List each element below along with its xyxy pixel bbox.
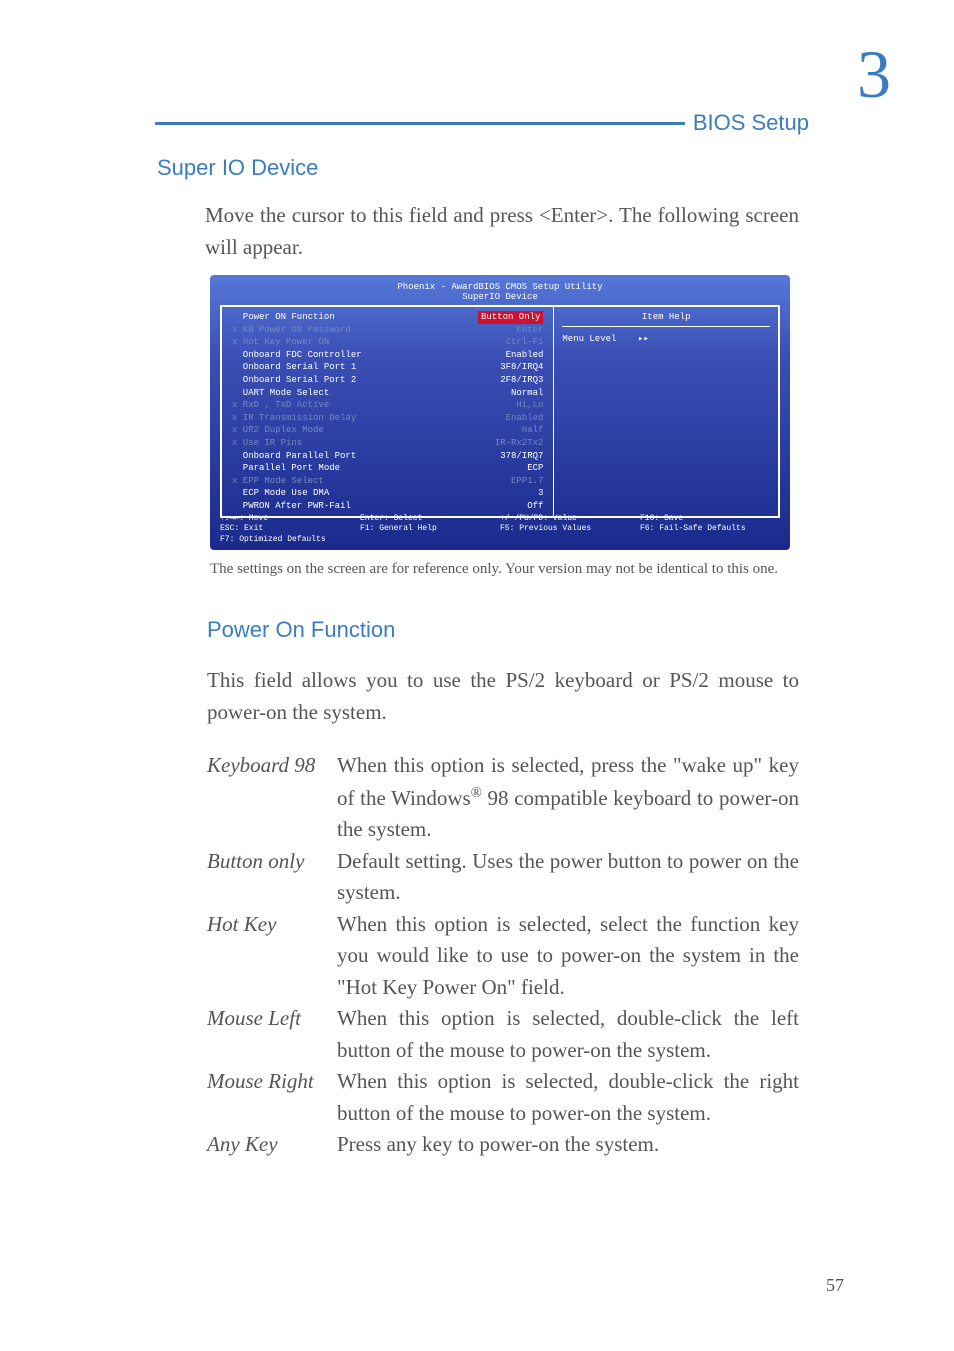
bios-setting-value: Hi,Lo: [516, 399, 543, 412]
bios-setting-label: Power ON Function: [232, 311, 335, 324]
bios-setting-label: Onboard FDC Controller: [232, 349, 362, 362]
bios-setting-row: x Hot Key Power ON Ctrl-F1: [232, 336, 543, 349]
section-super-io-title: Super IO Device: [157, 155, 318, 181]
bios-settings-pane: Power ON FunctionButton Onlyx KB Power O…: [222, 307, 553, 516]
bios-inner-frame: Power ON FunctionButton Onlyx KB Power O…: [220, 305, 780, 518]
bios-setting-label: x EPP Mode Select: [232, 475, 324, 488]
bios-setting-row: Onboard Serial Port 1 3F8/IRQ4: [232, 361, 543, 374]
bios-screenshot: Phoenix - AwardBIOS CMOS Setup Utility S…: [210, 275, 790, 550]
bios-setting-row: Parallel Port Mode ECP: [232, 462, 543, 475]
option-desc: Press any key to power-on the system.: [337, 1129, 799, 1161]
bios-title-line1: Phoenix - AwardBIOS CMOS Setup Utility: [210, 282, 790, 292]
bios-setting-value: Ctrl-F1: [506, 336, 544, 349]
bios-footer: ↑↓→←: Move Enter: Select +/-/PU/PD: Valu…: [220, 514, 780, 545]
menu-level-label: Menu Level: [562, 334, 616, 344]
option-desc: When this option is selected, select the…: [337, 909, 799, 1004]
menu-level-arrow-icon: ▸▸: [638, 334, 649, 344]
bios-setting-row: Onboard Parallel Port 378/IRQ7: [232, 450, 543, 463]
option-label: Mouse Left: [207, 1003, 337, 1066]
option-row: Mouse LeftWhen this option is selected, …: [207, 1003, 799, 1066]
option-desc: When this option is selected, press the …: [337, 750, 799, 846]
bios-setting-value: Enabled: [506, 349, 544, 362]
bios-setting-row: x IR Transmission Delay Enabled: [232, 412, 543, 425]
bios-setting-value: Enter: [516, 324, 543, 337]
bios-setting-value: ECP: [527, 462, 543, 475]
footer-pupd: +/-/PU/PD: Value: [500, 514, 640, 524]
option-list: Keyboard 98When this option is selected,…: [207, 750, 799, 1161]
footer-move: ↑↓→←: Move: [220, 514, 360, 524]
bios-setting-row: x UR2 Duplex Mode Half: [232, 424, 543, 437]
bios-setting-value: 378/IRQ7: [500, 450, 543, 463]
footer-save: F10: Save: [640, 514, 780, 524]
footer-fail: F6: Fail-Safe Defaults: [640, 524, 780, 534]
header-label: BIOS Setup: [685, 110, 809, 136]
menu-level-row: Menu Level ▸▸: [562, 333, 770, 346]
bios-setting-value: EPP1.7: [511, 475, 543, 488]
bios-setting-row: Power ON Function Button Only: [232, 311, 543, 324]
bios-setting-label: ECP Mode Use DMA: [232, 487, 329, 500]
footer-help: F1: General Help: [360, 524, 500, 534]
bios-setting-value: Normal: [511, 387, 543, 400]
bios-setting-label: Onboard Serial Port 1: [232, 361, 356, 374]
bios-setting-label: x KB Power ON Password: [232, 324, 351, 337]
bios-setting-label: PWRON After PWR-Fail: [232, 500, 351, 513]
bios-setting-value: Button Only: [478, 311, 543, 324]
bios-setting-row: Onboard Serial Port 2 2F8/IRQ3: [232, 374, 543, 387]
header-line: [155, 122, 685, 125]
bios-setting-value: Enabled: [506, 412, 544, 425]
bios-setting-row: x RxD , TxD Active Hi,Lo: [232, 399, 543, 412]
bios-setting-value: IR-Rx2Tx2: [495, 437, 544, 450]
bios-title-line2: SuperIO Device: [210, 292, 790, 302]
footer-esc: ESC: Exit: [220, 524, 360, 534]
option-row: Button onlyDefault setting. Uses the pow…: [207, 846, 799, 909]
option-label: Any Key: [207, 1129, 337, 1161]
bios-setting-row: UART Mode Select Normal: [232, 387, 543, 400]
bios-title: Phoenix - AwardBIOS CMOS Setup Utility S…: [210, 282, 790, 302]
bios-setting-label: x IR Transmission Delay: [232, 412, 356, 425]
option-label: Button only: [207, 846, 337, 909]
footer-prev: F5: Previous Values: [500, 524, 640, 534]
option-row: Hot KeyWhen this option is selected, sel…: [207, 909, 799, 1004]
bios-setting-row: PWRON After PWR-Fail Off: [232, 500, 543, 513]
option-label: Hot Key: [207, 909, 337, 1004]
option-label: Keyboard 98: [207, 750, 337, 846]
bios-setting-label: Onboard Serial Port 2: [232, 374, 356, 387]
power-on-intro: This field allows you to use the PS/2 ke…: [207, 665, 799, 728]
bios-setting-row: x EPP Mode Select EPP1.7: [232, 475, 543, 488]
section-power-on-title: Power On Function: [207, 617, 395, 643]
item-help-label: Item Help: [562, 311, 770, 327]
bios-setting-value: Off: [527, 500, 543, 513]
bios-help-pane: Item Help Menu Level ▸▸: [553, 307, 778, 516]
option-row: Keyboard 98When this option is selected,…: [207, 750, 799, 846]
option-label: Mouse Right: [207, 1066, 337, 1129]
option-desc: When this option is selected, double-cli…: [337, 1066, 799, 1129]
bios-setting-value: Half: [522, 424, 544, 437]
page-number: 57: [826, 1275, 844, 1296]
bios-setting-row: x Use IR Pins IR-Rx2Tx2: [232, 437, 543, 450]
bios-setting-label: x RxD , TxD Active: [232, 399, 329, 412]
footer-opt: F7: Optimized Defaults: [220, 535, 360, 545]
option-desc: Default setting. Uses the power button t…: [337, 846, 799, 909]
bios-setting-label: UART Mode Select: [232, 387, 329, 400]
bios-setting-row: x KB Power ON Password Enter: [232, 324, 543, 337]
bios-setting-label: x UR2 Duplex Mode: [232, 424, 324, 437]
option-desc: When this option is selected, double-cli…: [337, 1003, 799, 1066]
bios-setting-value: 3F8/IRQ4: [500, 361, 543, 374]
chapter-number: 3: [857, 35, 891, 114]
super-io-intro: Move the cursor to this field and press …: [205, 200, 799, 263]
screenshot-caption: The settings on the screen are for refer…: [210, 560, 799, 580]
bios-setting-label: Onboard Parallel Port: [232, 450, 356, 463]
bios-setting-row: Onboard FDC Controller Enabled: [232, 349, 543, 362]
bios-setting-row: ECP Mode Use DMA 3: [232, 487, 543, 500]
header-bar: BIOS Setup: [155, 110, 809, 136]
bios-setting-label: x Hot Key Power ON: [232, 336, 329, 349]
option-row: Mouse RightWhen this option is selected,…: [207, 1066, 799, 1129]
bios-setting-value: 3: [538, 487, 543, 500]
option-row: Any KeyPress any key to power-on the sys…: [207, 1129, 799, 1161]
bios-setting-label: Parallel Port Mode: [232, 462, 340, 475]
footer-enter: Enter: Select: [360, 514, 500, 524]
bios-setting-label: x Use IR Pins: [232, 437, 302, 450]
bios-setting-value: 2F8/IRQ3: [500, 374, 543, 387]
